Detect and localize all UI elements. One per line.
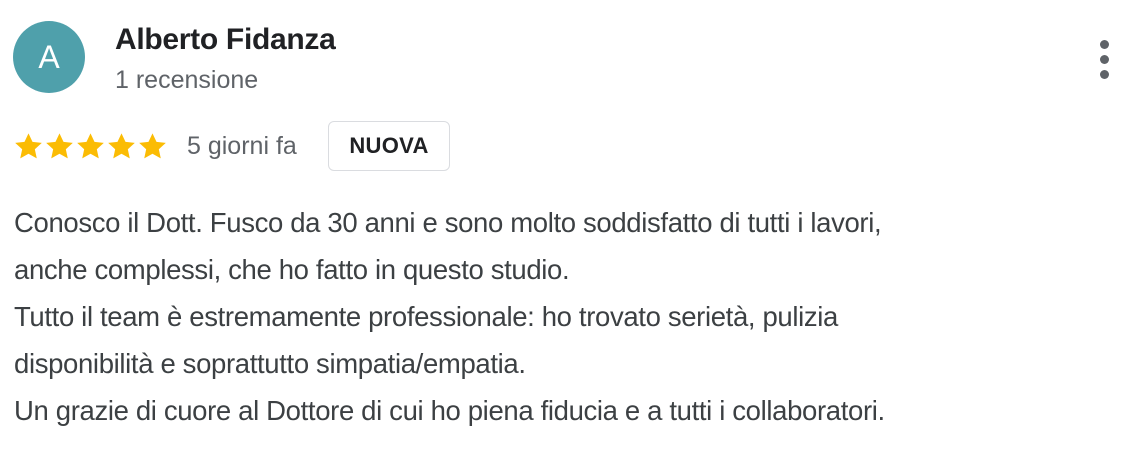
star-icon	[108, 132, 135, 158]
star-rating	[13, 128, 168, 164]
new-badge: NUOVA	[328, 121, 450, 171]
star-icon	[46, 132, 73, 158]
avatar-initial: A	[38, 39, 60, 75]
avatar[interactable]: A	[13, 21, 85, 93]
more-options-button[interactable]	[1088, 36, 1122, 84]
review-text: Conosco il Dott. Fusco da 30 anni e sono…	[14, 199, 1114, 434]
author-name[interactable]: Alberto Fidanza	[115, 23, 336, 57]
star-icon	[15, 132, 42, 158]
review-date: 5 giorni fa	[187, 132, 297, 160]
review-text-line: anche complessi, che ho fatto in questo …	[14, 254, 570, 285]
star-icon	[77, 132, 104, 158]
review-text-line: disponibilità e soprattutto simpatia/emp…	[14, 348, 526, 379]
review-text-line: Conosco il Dott. Fusco da 30 anni e sono…	[14, 207, 882, 238]
review-text-line: Tutto il team è estremamente professiona…	[14, 301, 838, 332]
review-text-line: Un grazie di cuore al Dottore di cui ho …	[14, 395, 885, 426]
author-review-count[interactable]: 1 recensione	[115, 66, 258, 95]
review-card: A Alberto Fidanza 1 recensione 5 giorni …	[0, 0, 1140, 456]
star-icon	[139, 132, 166, 158]
